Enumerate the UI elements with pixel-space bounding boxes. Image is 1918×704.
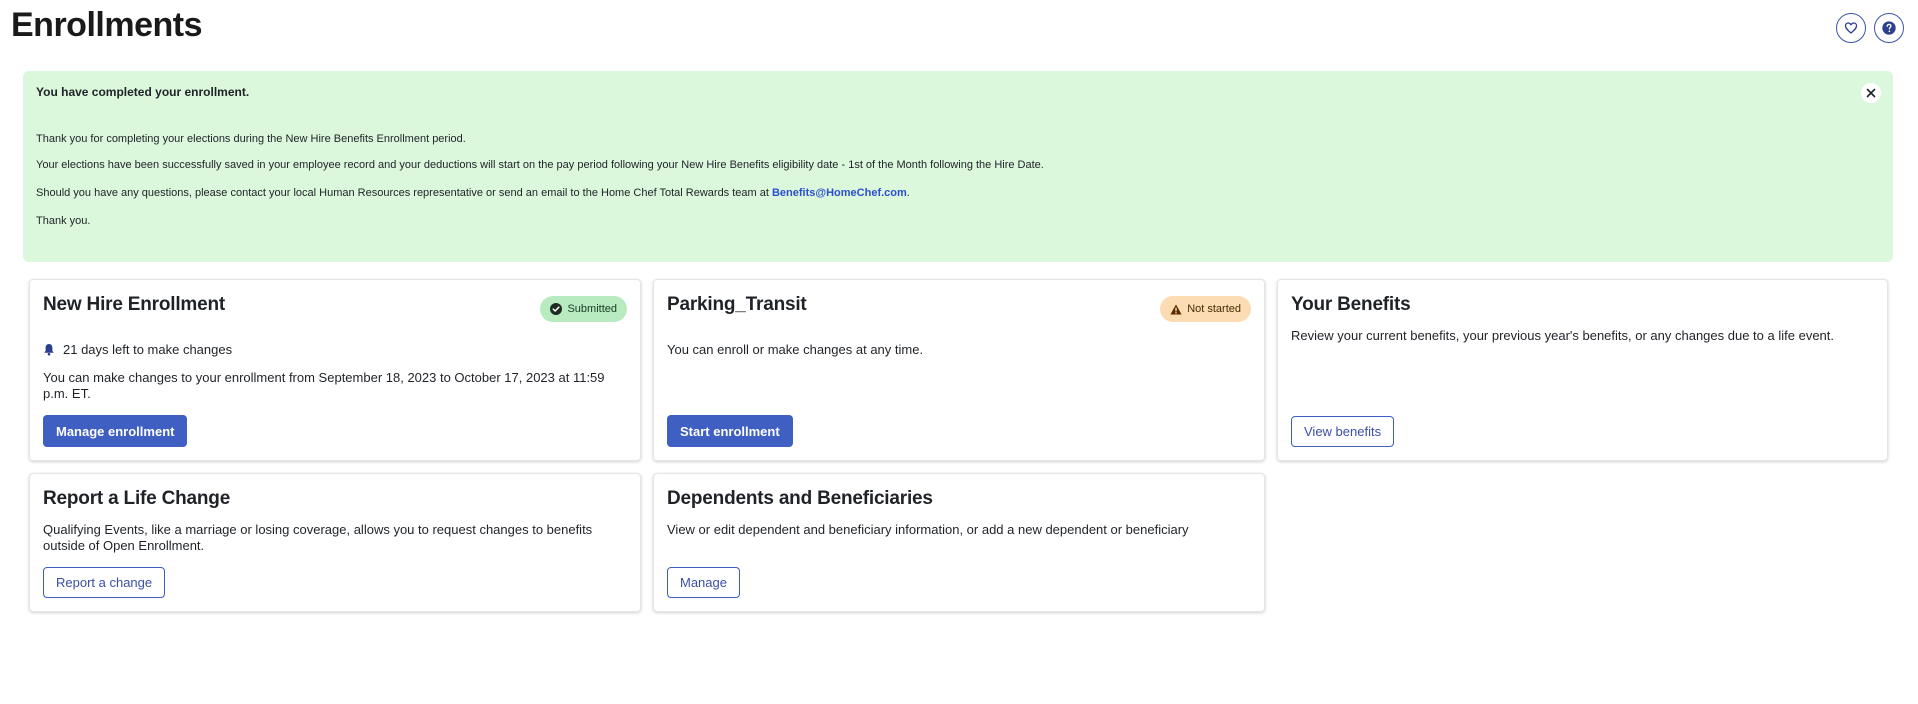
status-badge: Not started (1160, 296, 1251, 322)
page-title: Enrollments (11, 6, 202, 44)
banner-line-thanks: Thank you for completing your elections … (36, 133, 466, 145)
banner-line-signoff: Thank you. (36, 215, 91, 227)
manage-enrollment-button[interactable]: Manage enrollment (43, 415, 188, 447)
start-enrollment-button[interactable]: Start enrollment (667, 415, 793, 447)
card-title: Your Benefits (1291, 294, 1411, 315)
card-description: You can enroll or make changes at any ti… (667, 342, 924, 357)
enrollment-window-text: You can make changes to your enrollment … (43, 370, 605, 401)
parking-transit-card: Parking_Transit Not started You can enro… (653, 279, 1265, 461)
manage-dependents-button[interactable]: Manage (667, 567, 740, 598)
dependents-beneficiaries-card: Dependents and Beneficiaries View or edi… (653, 473, 1265, 612)
banner-close-button[interactable] (1861, 83, 1881, 103)
card-description: Qualifying Events, like a marriage or lo… (43, 522, 593, 553)
status-badge: Submitted (540, 296, 627, 322)
card-title: Report a Life Change (43, 488, 231, 509)
banner-line-contact: Should you have any questions, please co… (36, 187, 910, 199)
days-left-reminder: 21 days left to make changes (43, 342, 232, 357)
view-benefits-button[interactable]: View benefits (1291, 416, 1395, 447)
card-title: New Hire Enrollment (43, 294, 226, 315)
card-title: Parking_Transit (667, 294, 807, 315)
favorite-button[interactable] (1836, 13, 1866, 43)
report-life-change-card: Report a Life Change Qualifying Events, … (29, 473, 641, 612)
benefits-email-link[interactable]: Benefits@HomeChef.com (772, 187, 907, 199)
enrollment-complete-banner: You have completed your enrollment. Than… (23, 71, 1893, 262)
card-description: View or edit dependent and beneficiary i… (667, 522, 1189, 537)
card-description: Review your current benefits, your previ… (1291, 328, 1834, 343)
days-left-text: 21 days left to make changes (63, 342, 233, 357)
banner-contact-period: . (906, 187, 910, 199)
question-icon (1882, 21, 1896, 35)
heart-icon (1844, 22, 1858, 34)
card-title: Dependents and Beneficiaries (667, 488, 933, 509)
status-badge-label: Submitted (567, 303, 617, 315)
banner-title: You have completed your enrollment. (36, 85, 250, 99)
your-benefits-card: Your Benefits Review your current benefi… (1277, 279, 1888, 461)
report-change-button[interactable]: Report a change (43, 567, 166, 598)
help-button[interactable] (1874, 13, 1904, 43)
banner-line-elections: Your elections have been successfully sa… (36, 159, 1044, 171)
check-circle-icon (550, 303, 563, 315)
close-icon (1866, 88, 1876, 98)
new-hire-enrollment-card: New Hire Enrollment Submitted 21 days le… (29, 279, 641, 461)
warning-icon (1170, 304, 1182, 314)
status-badge-label: Not started (1187, 303, 1241, 315)
bell-icon (44, 344, 54, 356)
banner-contact-text: Should you have any questions, please co… (36, 187, 772, 199)
